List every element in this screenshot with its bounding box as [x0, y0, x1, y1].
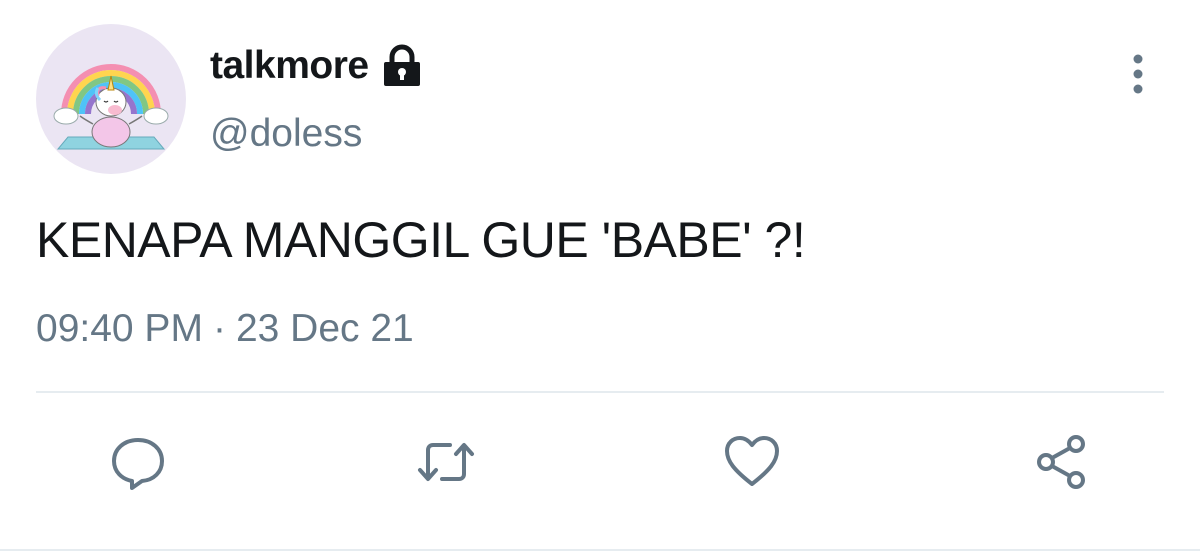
tweet-card: talkmore @doless KENAPA MANGGIL GUE 'BAB… [0, 0, 1200, 551]
display-name[interactable]: talkmore [210, 44, 369, 88]
unicorn-rainbow-avatar-icon [53, 64, 169, 150]
reply-icon [112, 438, 164, 490]
lock-icon [381, 44, 423, 88]
heart-icon [725, 436, 779, 486]
reply-button[interactable] [106, 430, 170, 494]
timestamp-separator: · [212, 307, 226, 350]
tweet-date: 23 Dec 21 [235, 307, 414, 350]
avatar[interactable] [36, 24, 186, 174]
share-button[interactable] [1030, 430, 1094, 494]
divider [36, 391, 1164, 393]
more-vertical-icon [1133, 54, 1143, 94]
tweet-text: KENAPA MANGGIL GUE 'BABE' ?! [36, 212, 806, 268]
share-icon [1037, 435, 1085, 489]
tweet-timestamp: 09:40 PM · 23 Dec 21 [36, 307, 414, 351]
retweet-button[interactable] [414, 430, 478, 494]
tweet-time: 09:40 PM [36, 307, 203, 350]
user-name-row[interactable]: talkmore [210, 43, 423, 89]
like-button[interactable] [720, 430, 784, 494]
user-handle[interactable]: @doless [210, 112, 362, 156]
retweet-icon [418, 443, 474, 481]
more-options-button[interactable] [1118, 50, 1158, 98]
